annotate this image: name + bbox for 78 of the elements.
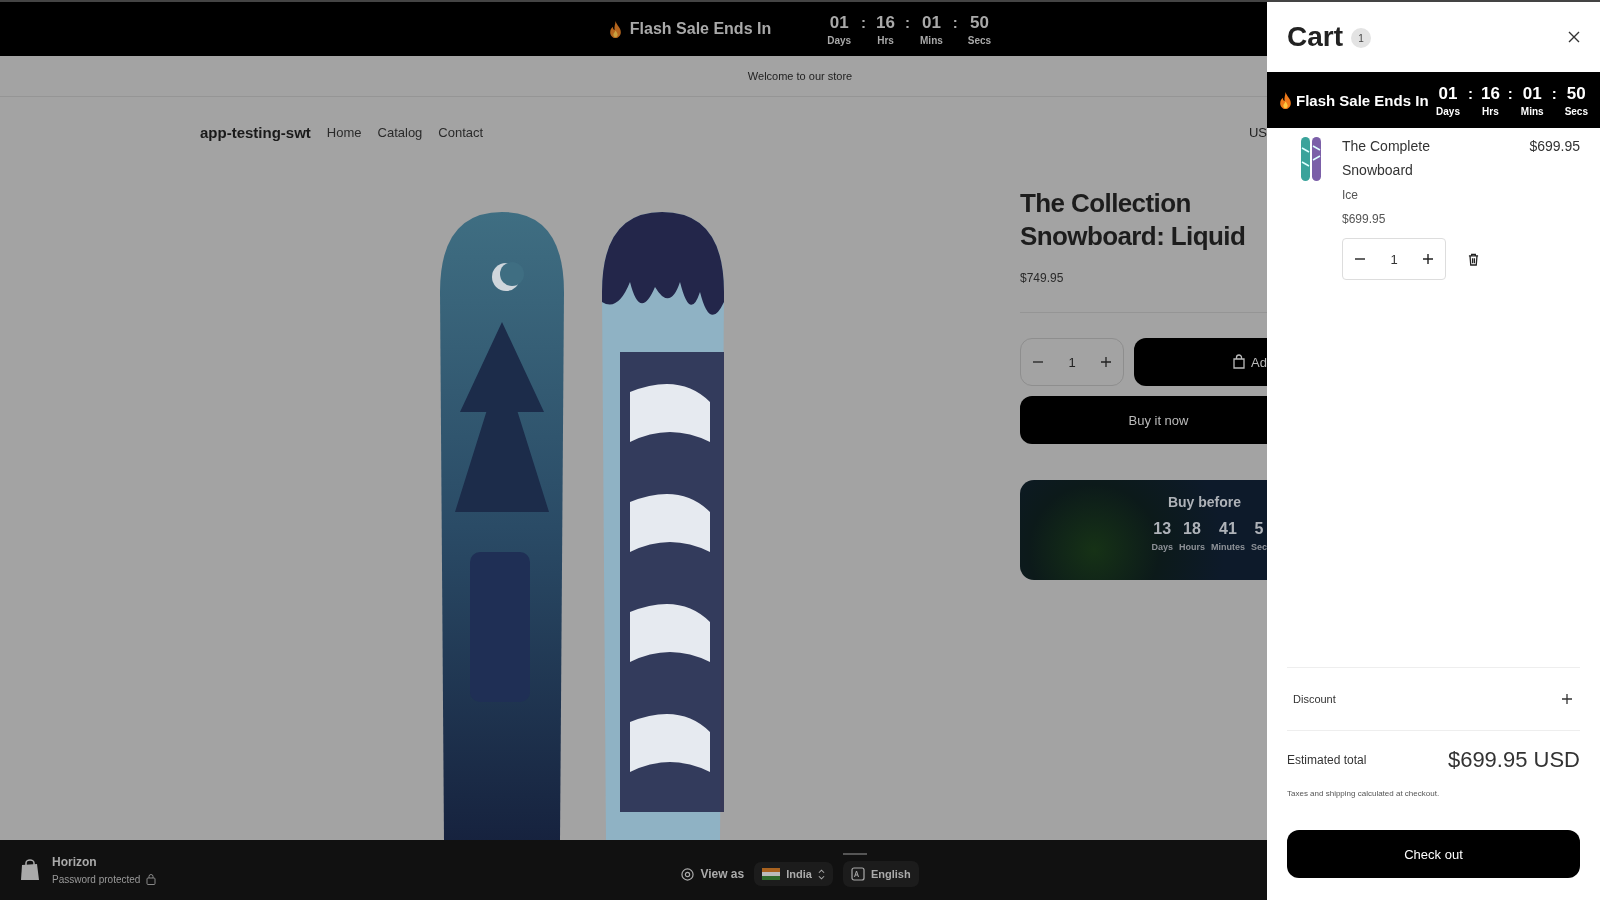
up-down-chevron-icon — [817, 868, 825, 880]
flag-icon — [762, 868, 781, 880]
countdown-separator: : — [952, 12, 958, 33]
plus-icon[interactable] — [1562, 694, 1572, 704]
close-icon[interactable] — [1568, 31, 1580, 43]
countdown-value: 16 — [1480, 83, 1500, 104]
cart-count-badge: 1 — [1351, 28, 1371, 48]
countdown-label: Days — [1436, 105, 1460, 117]
countdown-separator: : — [1467, 83, 1473, 104]
countdown-label: Minutes — [1210, 542, 1245, 552]
countdown-value: 01 — [1522, 83, 1542, 104]
countdown-separator: : — [905, 12, 911, 33]
countdown-value: 01 — [921, 12, 941, 33]
quantity-stepper[interactable]: 1 — [1342, 238, 1446, 280]
countdown-label: Hrs — [1482, 105, 1499, 117]
nav-link[interactable]: Catalog — [377, 124, 423, 140]
checkout-button[interactable]: Check out — [1287, 830, 1580, 878]
store-name-link[interactable]: app-testing-swt — [200, 123, 311, 141]
estimated-total-value: $699.95 USD — [1447, 747, 1580, 773]
quantity-value: 1 — [1068, 354, 1076, 370]
flame-icon — [608, 20, 622, 38]
bag-icon — [1231, 354, 1248, 370]
countdown-value: 13 — [1153, 520, 1172, 538]
product-price: $749.95 — [1020, 271, 1065, 285]
countdown-value: 16 — [876, 12, 896, 33]
countdown-value: 01 — [829, 12, 849, 33]
item-line-price: $699.95 — [1529, 137, 1580, 156]
trash-icon[interactable] — [1468, 252, 1479, 266]
flash-sale-title: Flash Sale Ends In — [1296, 91, 1429, 109]
item-name: The Complete Snowboard — [1342, 137, 1431, 180]
countdown-label: Hrs — [877, 34, 894, 46]
countdown-label: Days — [827, 34, 852, 46]
countdown-label: Days — [1151, 542, 1173, 552]
countdown-value: 5 — [1254, 520, 1264, 538]
countdown-label: Secs — [967, 34, 992, 46]
countdown-separator: : — [1551, 83, 1557, 104]
countdown-label: Hours — [1178, 542, 1205, 552]
translate-icon — [850, 867, 865, 881]
countdown-title: Buy before — [1167, 494, 1241, 510]
country-selector[interactable]: India — [754, 862, 833, 886]
quantity-stepper[interactable]: 1 — [1020, 338, 1124, 386]
currency-selector[interactable]: US — [1248, 124, 1267, 140]
discount-label[interactable]: Discount — [1293, 693, 1336, 705]
countdown-label: Mins — [1520, 105, 1544, 117]
countdown-value: 18 — [1183, 520, 1201, 538]
item-variant: Ice — [1342, 188, 1359, 202]
countdown-separator: : — [1507, 83, 1513, 104]
add-to-cart-button[interactable]: Ad — [1134, 338, 1267, 386]
quantity-value: 1 — [1390, 251, 1398, 267]
countdown-value: 41 — [1219, 520, 1237, 538]
buy-now-button[interactable]: Buy it now — [1020, 396, 1267, 444]
cart-title: Cart — [1287, 21, 1343, 53]
countdown-label: Mins — [920, 34, 943, 46]
announcement-text: Welcome to our store — [747, 70, 853, 82]
product-title: The Collection Snowboard: Liquid — [1020, 187, 1247, 253]
eye-icon — [681, 867, 695, 881]
tax-note: Taxes and shipping calculated at checkout. — [1286, 789, 1441, 798]
nav-link[interactable]: Contact — [438, 124, 484, 140]
password-status: Password protected — [52, 873, 141, 885]
flame-icon — [1279, 91, 1292, 109]
nav-link[interactable]: Home — [326, 124, 362, 140]
countdown-value: 50 — [970, 12, 989, 33]
estimated-total-label: Estimated total — [1287, 753, 1367, 767]
shopping-bag-icon — [20, 859, 40, 881]
plus-icon[interactable] — [1100, 357, 1111, 367]
item-unit-price: $699.95 — [1342, 212, 1387, 226]
countdown-value: 01 — [1438, 83, 1458, 104]
snowboard-thumbnail-drawing — [1300, 136, 1322, 182]
theme-name: Horizon — [52, 855, 98, 869]
countdown-value: 50 — [1566, 83, 1586, 104]
flash-sale-title: Flash Sale Ends In — [629, 20, 772, 38]
lock-icon — [146, 873, 157, 885]
countdown-separator: : — [861, 12, 867, 33]
view-as-label: View as — [681, 867, 745, 881]
countdown-label: Sec — [1251, 542, 1267, 552]
plus-icon[interactable] — [1422, 254, 1433, 264]
language-selector[interactable]: English — [842, 861, 919, 887]
countdown-label: Secs — [1564, 105, 1588, 117]
